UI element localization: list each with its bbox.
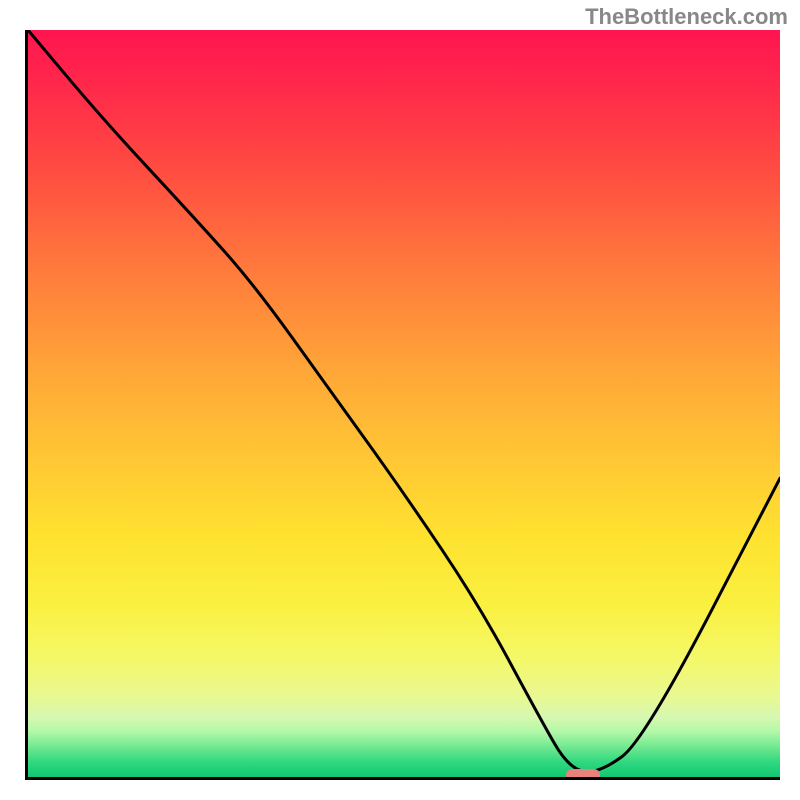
watermark-text: TheBottleneck.com	[585, 4, 788, 30]
minimum-marker	[566, 769, 600, 780]
bottleneck-curve	[28, 30, 780, 777]
plot-area	[25, 30, 780, 780]
chart-container: TheBottleneck.com	[0, 0, 800, 800]
